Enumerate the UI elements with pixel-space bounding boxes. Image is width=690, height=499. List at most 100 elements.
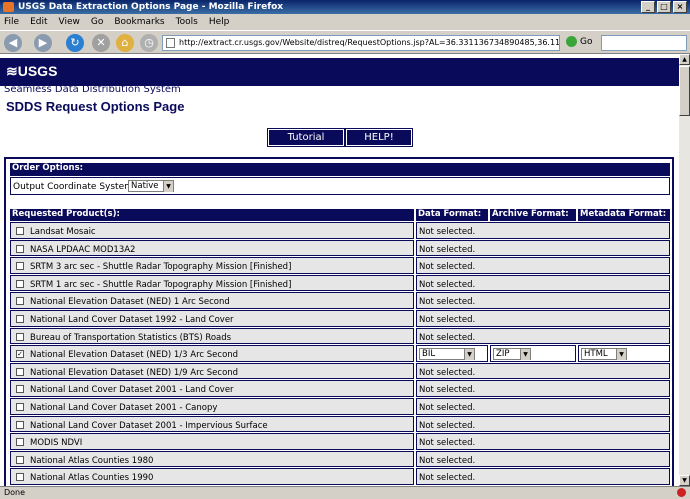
archive-format-value: ZIP xyxy=(496,349,510,360)
format-cell: Not selected. xyxy=(416,433,670,450)
format-cell: Not selected. xyxy=(416,222,670,239)
not-selected-text: Not selected. xyxy=(419,455,476,466)
not-selected-text: Not selected. xyxy=(419,367,476,378)
usgs-logo: ≋USGS xyxy=(6,63,58,79)
archive-format-select[interactable]: ZIP ▼ xyxy=(493,348,531,361)
product-checkbox[interactable] xyxy=(16,403,24,411)
product-label: MODIS NDVI xyxy=(30,438,83,449)
format-cell: Not selected. xyxy=(416,292,670,309)
product-row: ✓ National Elevation Dataset (NED) 1/3 Ar… xyxy=(10,345,414,362)
home-icon[interactable]: ⌂ xyxy=(116,34,134,52)
product-checkbox[interactable] xyxy=(16,315,24,323)
menu-view[interactable]: View xyxy=(59,17,80,27)
product-checkbox[interactable] xyxy=(16,438,24,447)
product-label: National Land Cover Dataset 2001 - Canop… xyxy=(30,403,218,413)
coordinate-system-select[interactable]: Native ▼ xyxy=(128,180,174,192)
vertical-scrollbar[interactable]: ▲ ▼ xyxy=(679,54,690,486)
maximize-button[interactable]: □ xyxy=(657,1,671,13)
product-checkbox[interactable] xyxy=(16,455,24,464)
options-panel: Order Options: Output Coordinate System … xyxy=(4,157,674,486)
metadata-format-select[interactable]: HTML ▼ xyxy=(581,348,627,361)
product-checkbox[interactable] xyxy=(16,332,24,341)
help-button[interactable]: HELP! xyxy=(345,128,413,147)
product-checkbox[interactable] xyxy=(16,297,24,306)
status-text: Done xyxy=(4,488,26,497)
address-url: http://extract.cr.usgs.gov/Website/distr… xyxy=(179,38,560,47)
data-format-select[interactable]: BIL ▼ xyxy=(419,348,475,361)
history-clock-icon[interactable]: ◷ xyxy=(140,34,158,52)
product-label: National Land Cover Dataset 2001 - Imper… xyxy=(30,420,268,431)
product-checkbox[interactable] xyxy=(16,227,24,235)
product-checkbox[interactable] xyxy=(16,385,24,394)
stop-icon[interactable]: ✕ xyxy=(92,34,110,52)
menu-edit[interactable]: Edit xyxy=(30,17,47,27)
format-cell: Not selected. xyxy=(416,274,670,292)
metadata-format-value: HTML xyxy=(584,349,608,360)
product-checkbox[interactable] xyxy=(16,262,24,271)
coordinate-system-value: Native xyxy=(131,181,159,191)
product-row: NASA LPDAAC MOD13A2 xyxy=(10,239,414,257)
format-cell: Not selected. xyxy=(416,239,670,257)
not-selected-text: Not selected. xyxy=(419,438,476,449)
not-selected-text: Not selected. xyxy=(419,315,476,325)
col-data-format: Data Format: xyxy=(416,209,488,221)
navigation-toolbar: ◀ ▶ ↻ ✕ ⌂ ◷ http://extract.cr.usgs.gov/W… xyxy=(0,30,690,54)
page-title: SDDS Request Options Page xyxy=(6,99,185,114)
menu-file[interactable]: File xyxy=(4,17,19,27)
product-row: National Atlas Counties 1980 xyxy=(10,450,414,468)
archive-format-cell: ZIP ▼ xyxy=(490,345,576,362)
format-cell: Not selected. xyxy=(416,327,670,345)
product-checkbox[interactable] xyxy=(16,420,24,429)
menu-help[interactable]: Help xyxy=(209,17,230,27)
product-row: Landsat Mosaic xyxy=(10,222,414,239)
product-row: National Elevation Dataset (NED) 1/9 Arc… xyxy=(10,362,414,380)
site-subtitle: Seamless Data Distribution System xyxy=(4,84,181,95)
menu-bookmarks[interactable]: Bookmarks xyxy=(114,17,164,27)
format-cell: Not selected. xyxy=(416,380,670,397)
not-selected-text: Not selected. xyxy=(419,244,476,255)
usgs-banner: ≋USGS xyxy=(0,58,679,86)
back-arrow-icon[interactable]: ◀ xyxy=(4,34,22,52)
product-row: National Elevation Dataset (NED) 1 Arc S… xyxy=(10,292,414,309)
forward-arrow-icon[interactable]: ▶ xyxy=(34,34,52,52)
product-row: National Atlas Counties 1990 xyxy=(10,468,414,485)
product-row: National Land Cover Dataset 1992 - Land … xyxy=(10,310,414,327)
product-label: National Elevation Dataset (NED) 1/3 Arc… xyxy=(30,350,239,361)
product-checkbox[interactable] xyxy=(16,244,24,253)
scrollbar-thumb[interactable] xyxy=(679,66,690,116)
menu-tools[interactable]: Tools xyxy=(176,17,198,27)
order-options-row: Output Coordinate System Native ▼ xyxy=(10,177,670,195)
product-checkbox[interactable] xyxy=(16,367,24,376)
not-selected-text: Not selected. xyxy=(419,420,476,431)
product-label: SRTM 3 arc sec - Shuttle Radar Topograph… xyxy=(30,262,292,273)
format-cell: Not selected. xyxy=(416,468,670,485)
product-checkbox[interactable] xyxy=(16,473,24,482)
minimize-button[interactable]: _ xyxy=(641,1,655,13)
not-selected-text: Not selected. xyxy=(419,403,476,413)
not-selected-text: Not selected. xyxy=(419,385,476,396)
search-input[interactable] xyxy=(601,35,687,51)
status-bar: Done xyxy=(0,486,690,499)
product-label: National Land Cover Dataset 1992 - Land … xyxy=(30,315,234,325)
scroll-up-icon[interactable]: ▲ xyxy=(679,54,690,65)
go-label: Go xyxy=(580,36,593,47)
chevron-down-icon: ▼ xyxy=(464,349,474,361)
col-metadata-format: Metadata Format: xyxy=(578,209,670,221)
address-bar[interactable]: http://extract.cr.usgs.gov/Website/distr… xyxy=(162,35,560,51)
product-checkbox[interactable]: ✓ xyxy=(16,350,24,359)
window-titlebar: USGS Data Extraction Options Page - Mozi… xyxy=(0,0,690,14)
not-selected-text: Not selected. xyxy=(419,297,476,308)
close-button[interactable]: × xyxy=(673,1,687,13)
product-label: NASA LPDAAC MOD13A2 xyxy=(30,244,136,255)
reload-icon[interactable]: ↻ xyxy=(66,34,84,52)
scroll-down-icon[interactable]: ▼ xyxy=(679,475,690,486)
product-row: National Land Cover Dataset 2001 - Canop… xyxy=(10,398,414,415)
go-button[interactable]: Go xyxy=(566,36,592,47)
firefox-icon xyxy=(3,2,14,12)
product-label: National Atlas Counties 1990 xyxy=(30,473,154,484)
format-cell: Not selected. xyxy=(416,450,670,468)
not-selected-text: Not selected. xyxy=(419,227,476,237)
menu-go[interactable]: Go xyxy=(91,17,103,27)
tutorial-button[interactable]: Tutorial xyxy=(267,128,345,147)
product-checkbox[interactable] xyxy=(16,279,24,288)
